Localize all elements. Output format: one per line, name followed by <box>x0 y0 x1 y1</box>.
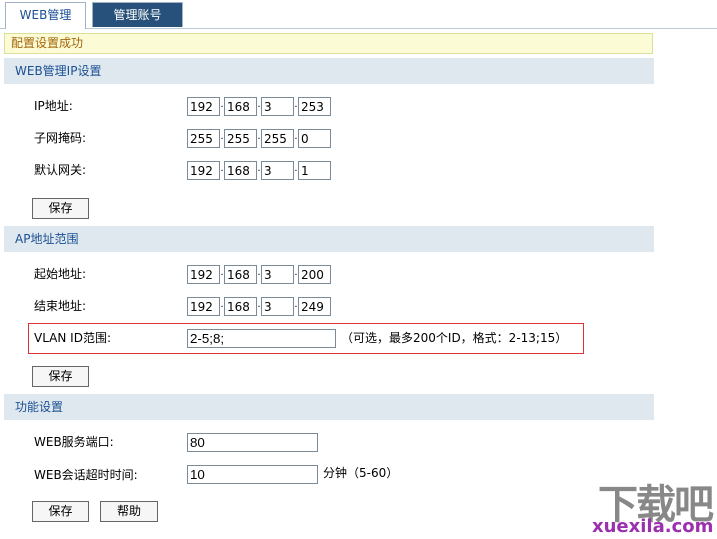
gateway-octet-1[interactable] <box>187 161 220 180</box>
subnet-mask-label: 子网掩码: <box>34 131 87 145</box>
success-notice: 配置设置成功 <box>4 33 653 54</box>
tab-admin-account[interactable]: 管理账号 <box>92 2 183 27</box>
vlan-format-hint: （可选，最多200个ID，格式：2-13;15） <box>341 331 568 345</box>
site-watermark: 下载吧 xuexila.com <box>578 472 716 539</box>
session-timeout-label: WEB会话超时时间: <box>34 468 138 482</box>
ip-octet-4[interactable] <box>298 97 331 116</box>
gateway-octet-2[interactable] <box>224 161 257 180</box>
web-port-input[interactable] <box>187 433 318 452</box>
section-header-features: 功能设置 <box>4 394 654 420</box>
session-timeout-input[interactable] <box>187 465 318 484</box>
end-octet-2[interactable] <box>224 297 257 316</box>
end-octet-1[interactable] <box>187 297 220 316</box>
web-port-label: WEB服务端口: <box>34 435 114 449</box>
save-button-features[interactable]: 保存 <box>32 501 89 522</box>
mask-octet-1[interactable] <box>187 129 220 148</box>
gateway-octet-4[interactable] <box>298 161 331 180</box>
end-octet-4[interactable] <box>298 297 331 316</box>
start-octet-4[interactable] <box>298 265 331 284</box>
start-octet-3[interactable] <box>261 265 294 284</box>
ip-octet-1[interactable] <box>187 97 220 116</box>
start-octet-2[interactable] <box>224 265 257 284</box>
mask-octet-2[interactable] <box>224 129 257 148</box>
help-button[interactable]: 帮助 <box>100 501 158 522</box>
start-octet-1[interactable] <box>187 265 220 284</box>
ip-octet-3[interactable] <box>261 97 294 116</box>
ip-address-label: IP地址: <box>34 99 73 113</box>
tab-web-management[interactable]: WEB管理 <box>5 2 86 29</box>
mask-octet-3[interactable] <box>261 129 294 148</box>
start-address-label: 起始地址: <box>34 267 87 281</box>
section-header-web-ip: WEB管理IP设置 <box>4 58 654 84</box>
watermark-site: xuexila.com <box>592 516 714 537</box>
tab-bar: WEB管理 管理账号 <box>0 0 717 29</box>
timeout-range-hint: 分钟（5-60） <box>323 466 399 480</box>
vlan-id-range-label: VLAN ID范围: <box>34 331 111 345</box>
vlan-id-range-input[interactable] <box>187 329 336 348</box>
save-button-web-ip[interactable]: 保存 <box>32 198 89 219</box>
default-gateway-label: 默认网关: <box>34 163 87 177</box>
ip-octet-2[interactable] <box>224 97 257 116</box>
gateway-octet-3[interactable] <box>261 161 294 180</box>
end-address-label: 结束地址: <box>34 299 87 313</box>
end-octet-3[interactable] <box>261 297 294 316</box>
save-button-ap-range[interactable]: 保存 <box>32 366 89 387</box>
section-header-ap-range: AP地址范围 <box>4 226 654 252</box>
mask-octet-4[interactable] <box>298 129 331 148</box>
